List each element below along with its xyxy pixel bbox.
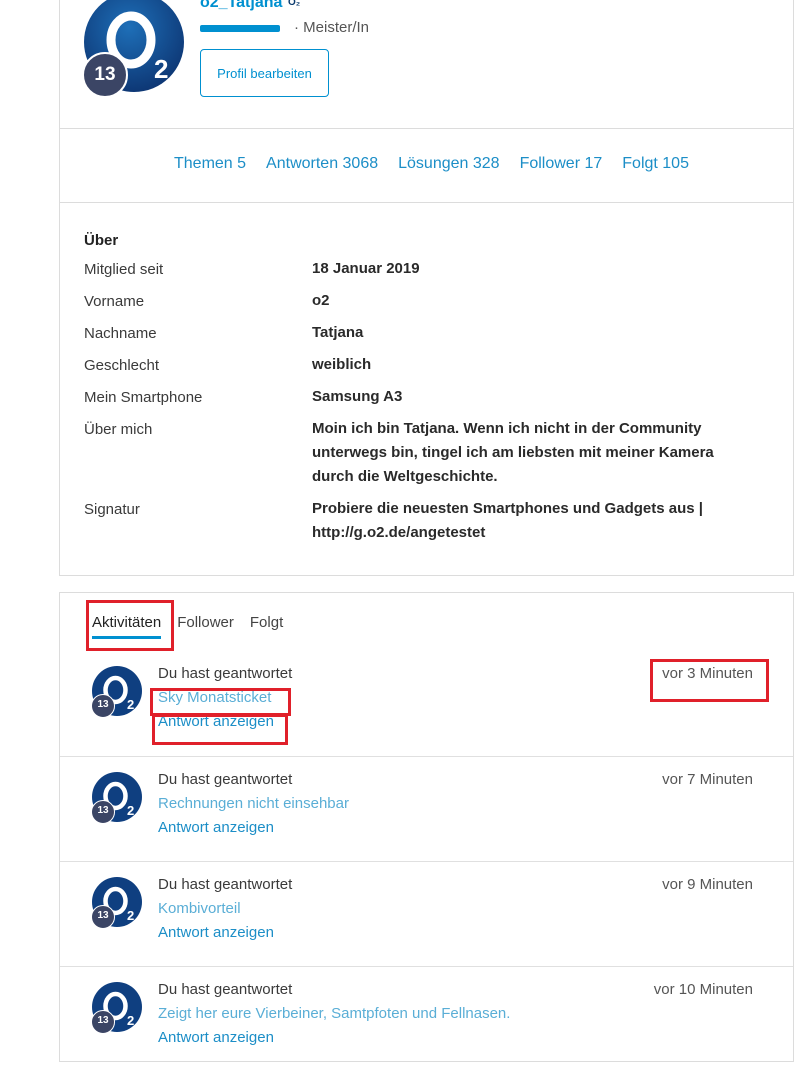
about-label: Geschlecht [84, 357, 160, 374]
about-label: Nachname [84, 325, 157, 342]
activity-time: vor 10 Minuten [653, 981, 753, 998]
edit-profile-button[interactable]: Profil bearbeiten [200, 49, 329, 97]
about-value: weiblich [312, 356, 372, 373]
avatar[interactable]: 2 13 [91, 982, 142, 1034]
about-value: Tatjana [312, 324, 364, 341]
svg-text:2: 2 [127, 697, 134, 712]
avatar[interactable]: 2 13 [91, 772, 142, 824]
activity-topic-link[interactable]: Kombivorteil [158, 900, 241, 917]
activity-item: 2 13 Du hast geantwortet Kombivorteil An… [60, 861, 793, 966]
activity-topic-link[interactable]: Rechnungen nicht einsehbar [158, 795, 349, 812]
activity-title: Du hast geantwortet [158, 771, 293, 788]
about-label: Signatur [84, 501, 140, 518]
stat-following[interactable]: Folgt 105 [622, 155, 689, 173]
svg-text:2: 2 [127, 1013, 134, 1028]
svg-text:2: 2 [154, 54, 168, 84]
activity-time: vor 7 Minuten [662, 771, 753, 788]
activity-item: 2 13 Du hast geantwortet Sky Monatsticke… [60, 651, 793, 756]
activity-tabs: Aktivitäten Follower Folgt [92, 614, 283, 639]
avatar[interactable]: 2 13 [91, 877, 142, 929]
about-value: Probiere die neuesten Smartphones und Ga… [312, 500, 703, 541]
stat-topics[interactable]: Themen 5 [174, 155, 246, 173]
activity-topic-link[interactable]: Sky Monatsticket [158, 689, 271, 706]
about-heading: Über [84, 232, 119, 249]
activity-item: 2 13 Du hast geantwortet Rechnungen nich… [60, 756, 793, 861]
svg-text:2: 2 [127, 803, 134, 818]
about-value: Samsung A3 [312, 388, 403, 405]
rank-name: Meister/In [303, 19, 370, 36]
activity-title: Du hast geantwortet [158, 876, 293, 893]
tab-activities[interactable]: Aktivitäten [92, 614, 162, 639]
activity-title: Du hast geantwortet [158, 665, 293, 682]
rank-progress-bar [200, 25, 280, 32]
level-badge: 13 [91, 905, 115, 929]
avatar[interactable]: 2 13 [82, 0, 184, 98]
activity-time: vor 9 Minuten [662, 876, 753, 893]
about-label: Vorname [84, 293, 145, 310]
tab-following[interactable]: Folgt [250, 614, 283, 639]
about-label: Über mich [84, 421, 153, 438]
about-value: 18 Januar 2019 [312, 260, 420, 277]
about-label: Mitglied seit [84, 261, 164, 278]
activity-time: vor 3 Minuten [662, 665, 753, 682]
o2-brand-icon: O₂ [288, 0, 301, 8]
about-label: Mein Smartphone [84, 389, 203, 406]
stat-answers[interactable]: Antworten 3068 [266, 155, 378, 173]
level-badge: 13 [91, 694, 115, 718]
view-answer-link[interactable]: Antwort anzeigen [158, 819, 274, 836]
level-badge: 13 [91, 1010, 115, 1034]
activity-item: 2 13 Du hast geantwortet Zeigt her eure … [60, 966, 793, 1071]
svg-text:2: 2 [127, 908, 134, 923]
stat-solutions[interactable]: Lösungen 328 [398, 155, 499, 173]
profile-username[interactable]: o2_Tatjana [200, 0, 282, 12]
view-answer-link[interactable]: Antwort anzeigen [158, 1029, 274, 1046]
rank-label: · Meister/In [294, 19, 370, 36]
level-badge: 13 [91, 800, 115, 824]
stat-followers[interactable]: Follower 17 [520, 155, 603, 173]
activity-topic-link[interactable]: Zeigt her eure Vierbeiner, Samtpfoten un… [158, 1005, 510, 1022]
about-value: Moin ich bin Tatjana. Wenn ich nicht in … [312, 420, 714, 485]
view-answer-link[interactable]: Antwort anzeigen [158, 924, 274, 941]
avatar[interactable]: 2 13 [91, 666, 142, 718]
about-value: o2 [312, 292, 330, 309]
tab-followers[interactable]: Follower [177, 614, 234, 639]
level-badge: 13 [82, 52, 128, 98]
view-answer-link[interactable]: Antwort anzeigen [158, 713, 274, 730]
profile-stats: Themen 5 Antworten 3068 Lösungen 328 Fol… [174, 155, 689, 173]
activity-title: Du hast geantwortet [158, 981, 293, 998]
